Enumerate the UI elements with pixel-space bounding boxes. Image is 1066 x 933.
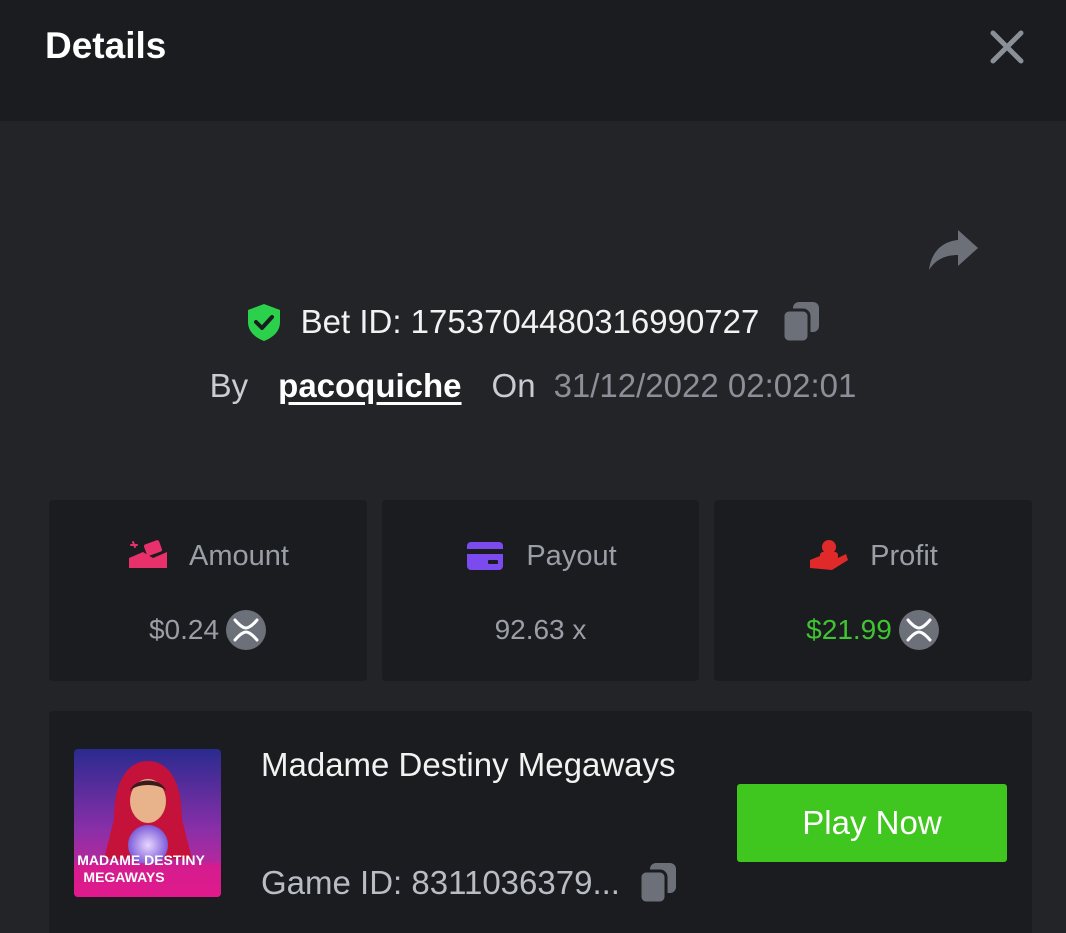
- game-id-row: Game ID: 8311036379...: [261, 859, 678, 907]
- username-link[interactable]: pacoquiche: [278, 367, 461, 405]
- copy-icon[interactable]: [781, 300, 821, 344]
- game-panel: MADAME DESTINY MEGAWAYS Madame Destiny M…: [49, 711, 1032, 933]
- close-icon[interactable]: [988, 28, 1026, 66]
- amount-label: Amount: [189, 539, 289, 572]
- bet-meta-row: By pacoquiche On 31/12/2022 02:02:01: [0, 362, 1066, 410]
- game-name[interactable]: Madame Destiny Megaways: [261, 737, 681, 793]
- game-id: Game ID: 8311036379...: [261, 864, 620, 901]
- xrp-coin-icon: [898, 610, 939, 650]
- by-label: By: [209, 367, 249, 404]
- game-thumbnail[interactable]: MADAME DESTINY MEGAWAYS: [74, 749, 221, 897]
- page-title: Details: [45, 25, 167, 66]
- payout-value: 92.63 x: [494, 614, 587, 645]
- thumb-title-line2: MEGAWAYS: [83, 869, 164, 885]
- bet-id: Bet ID: 1753704480316990727: [300, 303, 760, 340]
- profit-card: Profit $21.99: [714, 500, 1032, 681]
- verified-shield-icon: [247, 304, 280, 341]
- credit-card-icon: [467, 542, 504, 570]
- header: Details: [0, 0, 1066, 121]
- xrp-coin-icon: [226, 610, 267, 650]
- payout-label: Payout: [526, 539, 617, 572]
- share-icon[interactable]: [926, 226, 980, 274]
- profit-value: $21.99: [806, 614, 892, 645]
- copy-icon[interactable]: [638, 861, 678, 905]
- play-now-button[interactable]: Play Now: [737, 784, 1007, 862]
- on-label: On: [491, 367, 536, 404]
- hand-coins-icon: [129, 540, 168, 568]
- hand-money-icon: [810, 540, 849, 570]
- bet-datetime: 31/12/2022 02:02:01: [553, 367, 857, 404]
- amount-value: $0.24: [148, 614, 220, 645]
- bet-id-row: Bet ID: 1753704480316990727: [0, 296, 1066, 348]
- payout-card: Payout 92.63 x: [382, 500, 699, 681]
- amount-card: Amount $0.24: [49, 500, 367, 681]
- profit-label: Profit: [870, 539, 938, 572]
- thumb-title-line1: MADAME DESTINY: [77, 852, 205, 868]
